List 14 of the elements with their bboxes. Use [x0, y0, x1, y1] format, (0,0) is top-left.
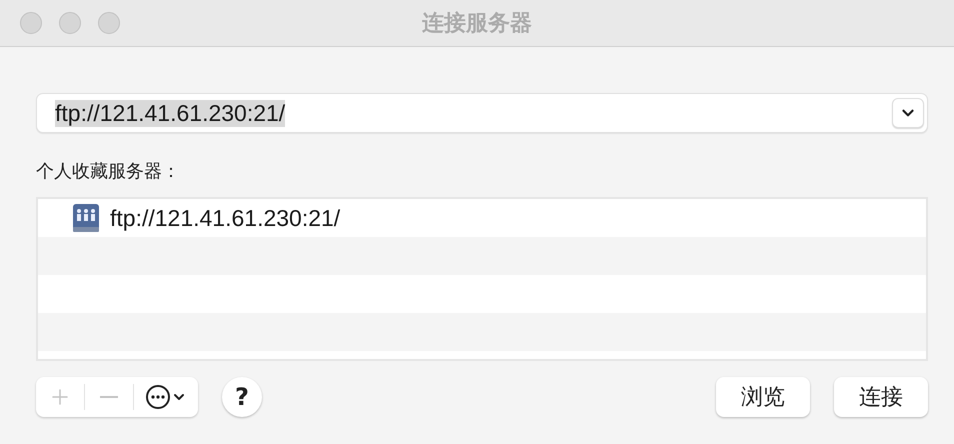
favorites-label: 个人收藏服务器： — [36, 160, 180, 183]
minimize-window-button[interactable] — [59, 12, 81, 34]
minus-icon — [100, 396, 118, 398]
history-dropdown-button[interactable] — [892, 98, 924, 128]
help-button[interactable]: ? — [222, 377, 262, 417]
favorite-server-item[interactable]: ftp://121.41.61.230:21/ — [110, 204, 340, 232]
browse-button[interactable]: 浏览 — [716, 377, 810, 417]
window-title: 连接服务器 — [422, 9, 532, 37]
zoom-window-button[interactable] — [98, 12, 120, 34]
ellipsis-circle-icon — [145, 384, 171, 410]
connect-button[interactable]: 连接 — [834, 377, 928, 417]
close-window-button[interactable] — [20, 12, 42, 34]
network-volume-icon — [72, 203, 100, 233]
server-address-field[interactable]: ftp://121.41.61.230:21/ — [36, 93, 928, 133]
